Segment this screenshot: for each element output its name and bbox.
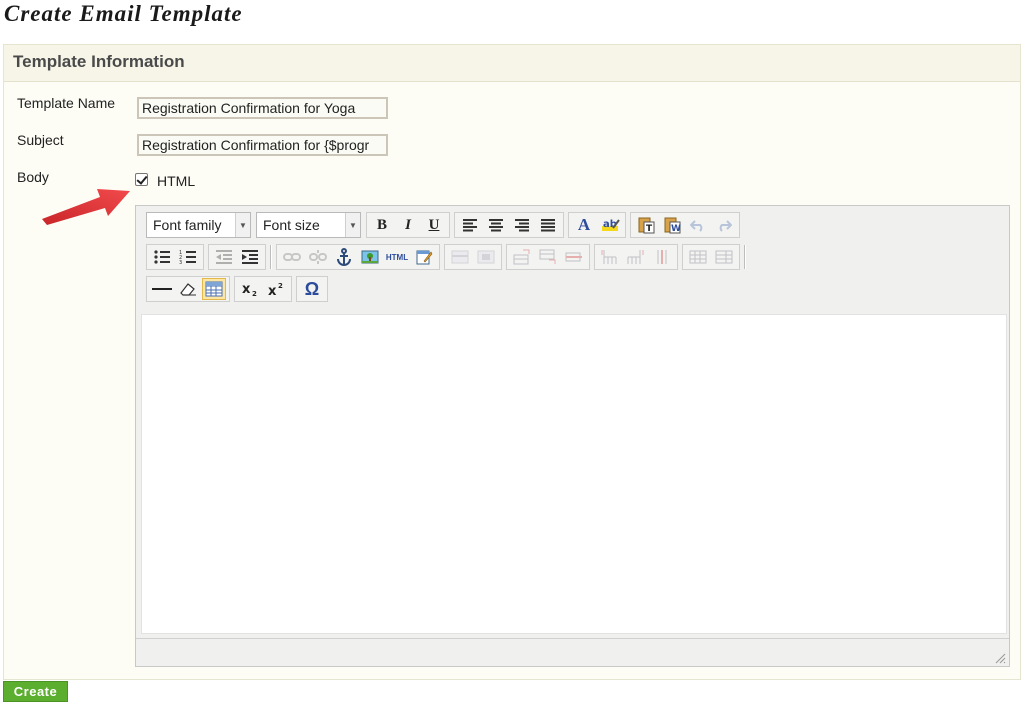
chevron-down-icon: ▼ — [235, 213, 250, 237]
align-group — [454, 212, 564, 238]
svg-text:W: W — [671, 224, 681, 234]
row-before-icon[interactable] — [510, 246, 534, 268]
split-cells-icon[interactable] — [686, 246, 710, 268]
bullet-list-icon[interactable] — [150, 246, 174, 268]
html-checkbox-label: HTML — [157, 173, 196, 189]
superscript-icon[interactable]: x2 — [264, 278, 288, 300]
toolbar-separator — [270, 245, 272, 269]
table-icon[interactable] — [202, 278, 226, 300]
table-misc-group — [682, 244, 740, 270]
font-family-label: Font family — [153, 217, 222, 233]
delete-col-icon[interactable] — [650, 246, 674, 268]
svg-text:T: T — [646, 224, 653, 234]
align-left-icon[interactable] — [458, 214, 482, 236]
highlight-icon[interactable]: ab — [598, 214, 622, 236]
insert-group — [146, 276, 230, 302]
indent-group — [208, 244, 266, 270]
move-layer-icon[interactable] — [474, 246, 498, 268]
svg-text:x: x — [268, 284, 277, 297]
font-color-icon[interactable]: A — [572, 214, 596, 236]
align-justify-icon[interactable] — [536, 214, 560, 236]
anchor-icon[interactable] — [332, 246, 356, 268]
html-source-button[interactable]: HTML — [384, 246, 410, 268]
table-cell-group — [506, 244, 590, 270]
link-group: HTML — [276, 244, 440, 270]
subject-label: Subject — [17, 132, 64, 148]
eraser-icon[interactable] — [176, 278, 200, 300]
resize-grip-icon[interactable] — [994, 652, 1006, 664]
edit-icon[interactable] — [412, 246, 436, 268]
char-group: Ω — [296, 276, 328, 302]
svg-text:2: 2 — [278, 282, 283, 290]
paste-word-icon[interactable]: W — [660, 214, 684, 236]
underline-button[interactable]: U — [422, 214, 446, 236]
delete-row-icon[interactable] — [562, 246, 586, 268]
italic-button[interactable]: I — [396, 214, 420, 236]
subscript-icon[interactable]: x2 — [238, 278, 262, 300]
svg-text:x: x — [242, 282, 251, 297]
red-arrow-annotation — [38, 181, 134, 225]
outdent-icon[interactable] — [212, 246, 236, 268]
toolbar-row-2: 123 HTML — [146, 243, 750, 271]
color-group: A ab — [568, 212, 626, 238]
list-group: 123 — [146, 244, 204, 270]
editor-content-area[interactable] — [141, 314, 1007, 634]
bold-button[interactable]: B — [370, 214, 394, 236]
table-column-group — [594, 244, 678, 270]
redo-icon[interactable] — [712, 214, 736, 236]
align-right-icon[interactable] — [510, 214, 534, 236]
svg-text:3: 3 — [179, 260, 182, 265]
row-after-icon[interactable] — [536, 246, 560, 268]
font-size-select[interactable]: Font size ▼ — [256, 212, 361, 238]
html-checkbox-row[interactable]: HTML — [135, 169, 195, 189]
unlink-icon[interactable] — [306, 246, 330, 268]
template-name-label: Template Name — [17, 95, 116, 111]
col-before-icon[interactable] — [598, 246, 622, 268]
page-title: Create Email Template — [4, 1, 243, 26]
horizontal-rule-icon[interactable] — [150, 278, 174, 300]
col-after-icon[interactable] — [624, 246, 648, 268]
numbered-list-icon[interactable]: 123 — [176, 246, 200, 268]
align-center-icon[interactable] — [484, 214, 508, 236]
toolbar-separator — [744, 245, 746, 269]
toolbar-row-3: x2 x2 Ω — [146, 275, 332, 303]
layer-group — [444, 244, 502, 270]
indent-icon[interactable] — [238, 246, 262, 268]
template-name-input[interactable]: Registration Confirmation for Yoga — [137, 97, 388, 119]
subject-input[interactable]: Registration Confirmation for {$progr — [137, 134, 388, 156]
format-group: B I U — [366, 212, 450, 238]
insert-layer-icon[interactable] — [448, 246, 472, 268]
undo-icon[interactable] — [686, 214, 710, 236]
font-family-select[interactable]: Font family ▼ — [146, 212, 251, 238]
create-button[interactable]: Create — [3, 681, 68, 702]
editor-status-bar — [136, 638, 1009, 666]
merge-cells-icon[interactable] — [712, 246, 736, 268]
html-checkbox[interactable] — [135, 172, 148, 186]
template-information-panel: Template Information Template Name Regis… — [3, 44, 1021, 680]
svg-text:2: 2 — [252, 290, 257, 297]
image-icon[interactable] — [358, 246, 382, 268]
chevron-down-icon: ▼ — [345, 213, 360, 237]
script-group: x2 x2 — [234, 276, 292, 302]
paste-text-icon[interactable]: T — [634, 214, 658, 236]
rich-text-editor: Font family ▼ Font size ▼ B I U A ab T W… — [135, 205, 1010, 667]
toolbar-row-1: Font family ▼ Font size ▼ B I U A ab T W — [146, 211, 744, 239]
panel-header: Template Information — [4, 45, 1020, 82]
clipboard-group: T W — [630, 212, 740, 238]
omega-icon[interactable]: Ω — [300, 278, 324, 300]
font-size-label: Font size — [263, 217, 320, 233]
link-icon[interactable] — [280, 246, 304, 268]
